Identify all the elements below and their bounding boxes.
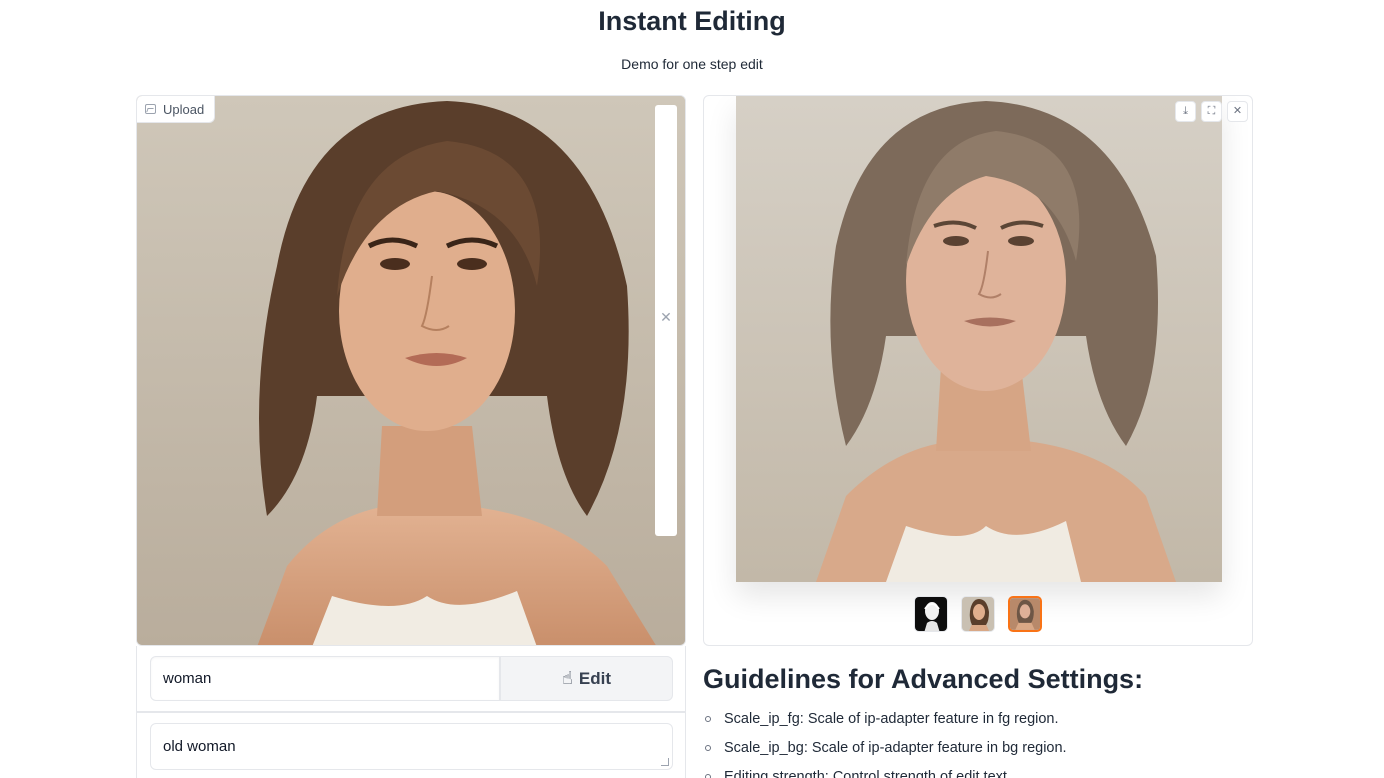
page-title: Instant Editing xyxy=(598,6,786,36)
source-prompt-input[interactable]: woman xyxy=(150,656,500,701)
upload-label: Upload xyxy=(163,101,205,117)
output-photo[interactable] xyxy=(736,96,1222,582)
edit-button[interactable]: ☝ Edit xyxy=(500,656,673,701)
source-prompt-row: woman ☝ Edit xyxy=(136,646,686,712)
list-item: Editing strength: Control strength of ed… xyxy=(703,766,1263,778)
hand-cursor-icon: ☝ xyxy=(561,668,573,688)
edited-thumbnail[interactable] xyxy=(1008,596,1042,632)
close-icon[interactable]: ✕ xyxy=(658,309,674,325)
guidelines-list: Scale_ip_fg: Scale of ip-adapter feature… xyxy=(703,708,1263,778)
input-image-panel[interactable]: Upload ✕ xyxy=(136,95,686,646)
guidelines-heading: Guidelines for Advanced Settings: xyxy=(703,664,1144,694)
target-prompt-input[interactable]: old woman xyxy=(150,723,673,770)
fullscreen-icon[interactable]: ⛶ xyxy=(1201,101,1222,122)
list-item: Scale_ip_fg: Scale of ip-adapter feature… xyxy=(703,708,1263,737)
page-subtitle: Demo for one step edit xyxy=(621,56,763,72)
close-icon[interactable]: ✕ xyxy=(1227,101,1248,122)
target-prompt-row: old woman xyxy=(136,712,686,778)
output-gallery: ⤓ ⛶ ✕ xyxy=(703,95,1253,646)
target-prompt-text: old woman xyxy=(163,738,236,755)
upload-button[interactable]: Upload xyxy=(137,96,216,123)
download-icon[interactable]: ⤓ xyxy=(1175,101,1196,122)
image-icon xyxy=(145,104,156,114)
resize-handle-icon[interactable] xyxy=(661,758,669,766)
list-item: Scale_ip_bg: Scale of ip-adapter feature… xyxy=(703,737,1263,766)
mask-thumbnail[interactable] xyxy=(914,596,948,632)
input-photo xyxy=(137,96,685,645)
original-thumbnail[interactable] xyxy=(961,596,995,632)
thumbnail-strip xyxy=(704,596,1252,632)
edit-button-label: Edit xyxy=(578,668,612,688)
